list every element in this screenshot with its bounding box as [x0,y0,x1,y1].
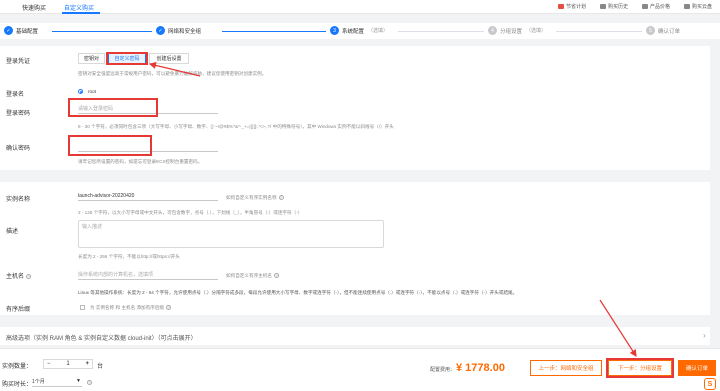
description-textarea[interactable]: 输入描述 [78,220,384,248]
confirm-order-button[interactable]: 确认订单 [678,360,716,376]
floating-helper-icon[interactable]: S [704,378,716,390]
annotation-box-option [106,52,148,65]
step-connector [398,31,484,32]
disk-icon [684,4,690,10]
instance-name-input[interactable]: launch-advisor-20220420 [78,193,218,201]
chevron-right-icon[interactable]: › [703,331,706,340]
option-keypair[interactable]: 密钥对 [78,53,105,64]
ordered-suffix-label: 有序后缀 [6,307,31,313]
hostname-help-link[interactable]: 如何自定义有序主机名? [226,273,279,279]
price-value: ¥ 1778.00 [456,362,505,374]
link-buy-disk[interactable]: 购买云盘 [684,3,712,10]
username-radio[interactable] [78,89,83,94]
password-hint: 8 - 30 个字符，必须同时包含三项（大写字母、小写字母、数字、()`~!@#… [78,124,394,129]
check-icon: ✓ [156,26,165,35]
help-icon: ? [278,195,284,201]
price-icon [642,4,648,10]
step-system[interactable]: 3 系统配置 （选填） [330,26,388,35]
step-confirm[interactable]: 5 确认订单 [646,26,680,35]
link-purchase-history[interactable]: 购买历史 [600,3,628,10]
tab-underline [62,12,100,14]
instance-name-help-link[interactable]: 如何自定义有序实例名称? [226,195,284,201]
description-hint: 长度为 2 - 256 个字符，不能以http://或https://开头 [78,254,180,259]
history-icon [600,4,606,10]
hostname-label: 主机名? [6,273,32,280]
top-nav: 快速购买 自定义购买 节省计划 购买历史 产品价格 购买云盘 [0,0,720,14]
annotation-box-next [606,358,674,378]
instance-name-label: 实例名称 [6,197,31,203]
option-set-later[interactable]: 创建后设置 [149,53,189,64]
hostname-hint: Linux 等其他操作系统：长度为 2 - 64 个字符，允许使用点号（.）分隔… [78,290,518,295]
badge-icon [558,4,564,10]
help-icon: ? [26,273,32,279]
tab-custom-buy[interactable]: 自定义购买 [64,3,94,12]
minus-icon[interactable]: − [47,361,51,367]
quantity-unit: 台 [97,364,104,370]
hostname-input[interactable]: 操作系统内部的计算机名，选填项 [78,271,218,280]
instance-name-hint: 2 - 128 个字符，以大小写字母或中文开头，可包含数字，点号（.），下划线（… [78,210,303,215]
help-icon: ? [273,273,279,279]
username-value: root [88,89,96,94]
plus-icon[interactable]: + [85,361,89,367]
link-product-price[interactable]: 产品价格 [642,3,670,10]
check-icon: ✓ [4,26,13,35]
advanced-options-title[interactable]: 高级选项（实例 RAM 角色 & 实例自定义数据 cloud-init）（可点击… [6,333,197,342]
annotation-box-password [68,98,158,117]
duration-label: 购买时长： [2,382,33,388]
price-label: 配置费用： [430,367,456,373]
ordered-suffix-text: 为 实例名称 和 主机名 添加有序后缀? [90,305,172,311]
step-connector [556,31,642,32]
description-label: 描述 [6,229,19,235]
wizard-steps: ✓ 基础配置 ✓ 网络和安全组 3 系统配置 （选填） 4 分组设置 （选填） 5 确认订单 [0,23,720,39]
step-connector [222,31,326,32]
prev-step-button[interactable]: 上一步：网络和安全组 [530,360,602,376]
link-savings-plan[interactable]: 节省计划 [558,3,586,10]
quantity-label: 实例数量： [2,364,33,370]
password-label: 登录密码 [6,111,31,117]
step-connector [52,31,152,32]
caret-down-icon: ▼ [76,378,81,384]
help-icon: ? [87,380,92,385]
annotation-box-confirm [68,135,152,156]
keypair-hint: 密钥对安全强度远高于常规用户密码，可以避免暴力破解威胁，建议您使用密钥对创建实例… [78,71,267,76]
step-group[interactable]: 4 分组设置 （选填） [488,26,546,35]
step-basic[interactable]: ✓ 基础配置 [4,26,38,35]
ordered-suffix-checkbox[interactable] [80,305,85,310]
quantity-value: 1 [66,361,70,367]
quantity-stepper[interactable]: − 1 + [43,359,93,369]
confirm-password-hint: 请牢记您所设置的密码，如遗忘可登录ECS控制台重置密码。 [78,159,203,164]
help-icon: ? [166,305,172,311]
tab-quick-buy[interactable]: 快速购买 [22,3,46,12]
username-label: 登录名 [6,92,25,98]
login-credential-label: 登录凭证 [6,59,31,65]
duration-select[interactable]: 1个月 ▼ [32,378,82,387]
confirm-password-label: 确认密码 [6,146,31,152]
step-network[interactable]: ✓ 网络和安全组 [156,26,201,35]
